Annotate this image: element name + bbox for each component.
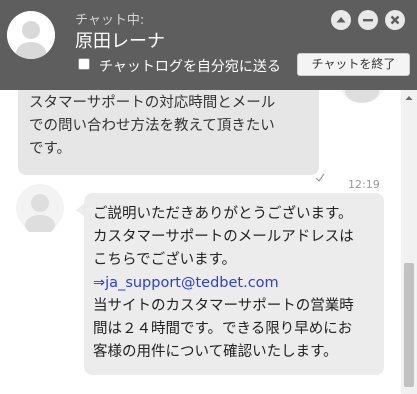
message-timestamp: 12:19 xyxy=(348,178,380,191)
email-transcript-label[interactable]: チャットログを自分宛に送る xyxy=(99,56,281,76)
message-line: 客様の用件について確認いたします。 xyxy=(93,344,338,360)
chat-header: チャット中: 原田レーナ チャットログを自分宛に送る チャットを終了 xyxy=(0,0,417,90)
close-icon[interactable] xyxy=(385,10,405,30)
end-chat-button[interactable]: チャットを終了 xyxy=(297,53,410,76)
message-line: カスタマーサポートのメールアドレスは xyxy=(93,229,354,245)
email-transcript-checkbox[interactable] xyxy=(78,58,90,70)
message-line: ご説明いただきありがとうございます。 xyxy=(93,206,353,222)
scroll-thumb[interactable] xyxy=(404,263,414,387)
agent-message-bubble: ご説明いただきありがとうございます。 カスタマーサポートのメールアドレスは こち… xyxy=(76,193,384,375)
agent-message-avatar xyxy=(16,184,64,235)
support-email-link[interactable]: ⇒ja_support@tedbet.com xyxy=(93,272,378,295)
agent-message-text: ご説明いただきありがとうございます。 カスタマーサポートのメールアドレスは こち… xyxy=(93,203,378,364)
scroll-up-arrow-icon[interactable] xyxy=(401,90,417,106)
minimize-icon[interactable] xyxy=(358,10,378,30)
maximize-icon[interactable] xyxy=(331,10,351,30)
chat-scrollbar[interactable] xyxy=(401,90,417,394)
chat-status-label: チャット中: xyxy=(75,13,145,28)
message-line: 当サイトのカスタマーサポートの営業時 xyxy=(93,298,354,314)
message-line: こちらでございます。 xyxy=(93,252,237,268)
agent-avatar xyxy=(7,11,55,59)
agent-name: 原田レーナ xyxy=(75,31,165,52)
message-line: 間は２４時間です。できる限り早めにお xyxy=(93,321,353,337)
check-icon xyxy=(315,173,325,182)
visitor-message-text: スタマーサポートの対応時間とメール での問い合わせ方法を教えて頂きたい です。 xyxy=(29,95,276,157)
